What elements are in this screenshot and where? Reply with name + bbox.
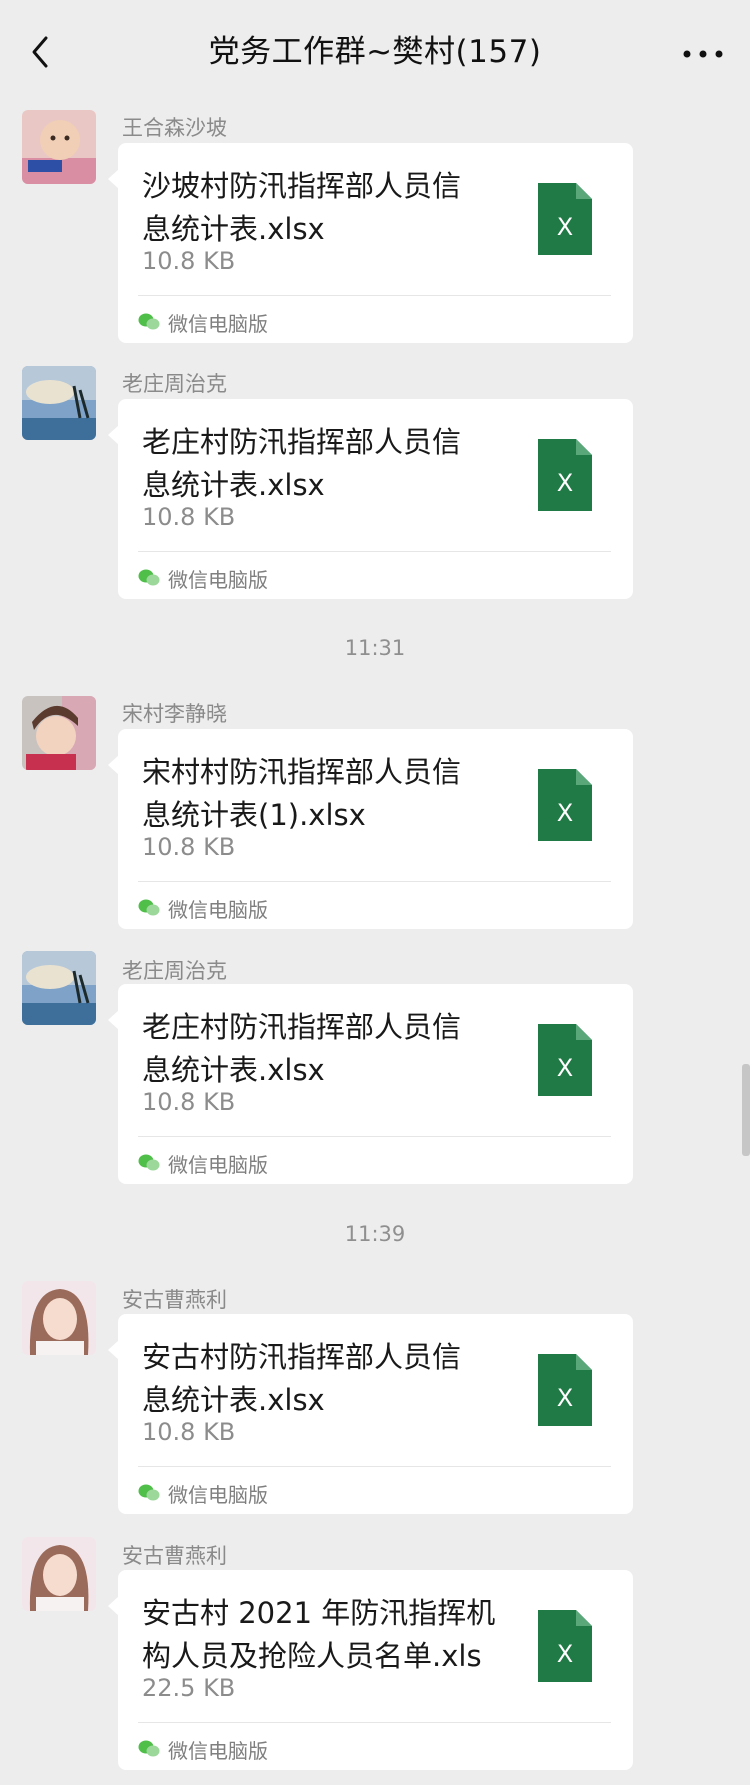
source-label: 微信电脑版: [138, 307, 268, 337]
file-message[interactable]: 老庄村防汛指挥部人员信 息统计表.xlsx 10.8 KB X 微信电脑版: [108, 399, 633, 599]
divider: [138, 1136, 611, 1137]
svg-text:X: X: [557, 1054, 573, 1082]
source-label: 微信电脑版: [138, 563, 268, 593]
divider: [138, 295, 611, 296]
file-name: 宋村村防汛指挥部人员信 息统计表(1).xlsx: [142, 755, 462, 832]
sender-name: 安古曹燕利: [122, 1288, 227, 1312]
file-name: 老庄村防汛指挥部人员信 息统计表.xlsx: [142, 425, 462, 502]
wechat-icon: [138, 1484, 160, 1501]
file-size: 22.5 KB: [142, 1674, 236, 1702]
chat-header: 党务工作群~樊村(157): [0, 0, 750, 104]
scrollbar-thumb[interactable]: [742, 1064, 750, 1156]
source-label: 微信电脑版: [138, 1734, 268, 1764]
avatar[interactable]: [22, 110, 96, 184]
excel-file-icon: X: [538, 1024, 592, 1096]
file-size: 10.8 KB: [142, 503, 236, 531]
excel-file-icon: X: [538, 1354, 592, 1426]
file-size: 10.8 KB: [142, 1418, 236, 1446]
excel-file-icon: X: [538, 769, 592, 841]
wechat-icon: [138, 569, 160, 586]
timestamp: 11:31: [344, 636, 406, 660]
excel-file-icon: X: [538, 183, 592, 255]
wechat-icon: [138, 899, 160, 916]
divider: [138, 1466, 611, 1467]
avatar[interactable]: [22, 1281, 96, 1355]
file-size: 10.8 KB: [142, 1088, 236, 1116]
divider: [138, 881, 611, 882]
avatar[interactable]: [22, 696, 96, 770]
source-label: 微信电脑版: [138, 1148, 268, 1178]
file-size: 10.8 KB: [142, 247, 236, 275]
file-name: 安古村 2021 年防汛指挥机 构人员及抢险人员名单.xls: [142, 1596, 496, 1673]
wechat-icon: [138, 313, 160, 330]
sender-name: 王合森沙坡: [122, 116, 227, 140]
file-message[interactable]: 老庄村防汛指挥部人员信 息统计表.xlsx 10.8 KB X 微信电脑版: [108, 984, 633, 1184]
file-size: 10.8 KB: [142, 833, 236, 861]
source-label: 微信电脑版: [138, 893, 268, 923]
svg-text:X: X: [557, 799, 573, 827]
svg-text:X: X: [557, 213, 573, 241]
svg-text:X: X: [557, 1384, 573, 1412]
file-name: 安古村防汛指挥部人员信 息统计表.xlsx: [142, 1340, 462, 1417]
excel-file-icon: X: [538, 1610, 592, 1682]
timestamp: 11:39: [344, 1222, 406, 1246]
file-message[interactable]: 安古村 2021 年防汛指挥机 构人员及抢险人员名单.xls 22.5 KB X…: [108, 1570, 633, 1770]
more-dots-icon: [683, 50, 723, 58]
file-message[interactable]: 安古村防汛指挥部人员信 息统计表.xlsx 10.8 KB X 微信电脑版: [108, 1314, 633, 1514]
wechat-icon: [138, 1740, 160, 1757]
sender-name: 宋村李静晓: [122, 702, 227, 726]
sender-name: 老庄周治克: [122, 372, 227, 396]
file-name: 老庄村防汛指挥部人员信 息统计表.xlsx: [142, 1010, 462, 1087]
source-label: 微信电脑版: [138, 1478, 268, 1508]
wechat-icon: [138, 1154, 160, 1171]
avatar[interactable]: [22, 366, 96, 440]
file-message[interactable]: 沙坡村防汛指挥部人员信 息统计表.xlsx 10.8 KB X 微信电脑版: [108, 143, 633, 343]
sender-name: 老庄周治克: [122, 959, 227, 983]
avatar[interactable]: [22, 1537, 96, 1611]
divider: [138, 551, 611, 552]
more-button[interactable]: [678, 36, 728, 72]
sender-name: 安古曹燕利: [122, 1544, 227, 1568]
chat-title: 党务工作群~樊村(157): [208, 34, 542, 70]
svg-text:X: X: [557, 1640, 573, 1668]
avatar[interactable]: [22, 951, 96, 1025]
file-name: 沙坡村防汛指挥部人员信 息统计表.xlsx: [142, 169, 462, 246]
svg-text:X: X: [557, 469, 573, 497]
excel-file-icon: X: [538, 439, 592, 511]
divider: [138, 1722, 611, 1723]
file-message[interactable]: 宋村村防汛指挥部人员信 息统计表(1).xlsx 10.8 KB X 微信电脑版: [108, 729, 633, 929]
